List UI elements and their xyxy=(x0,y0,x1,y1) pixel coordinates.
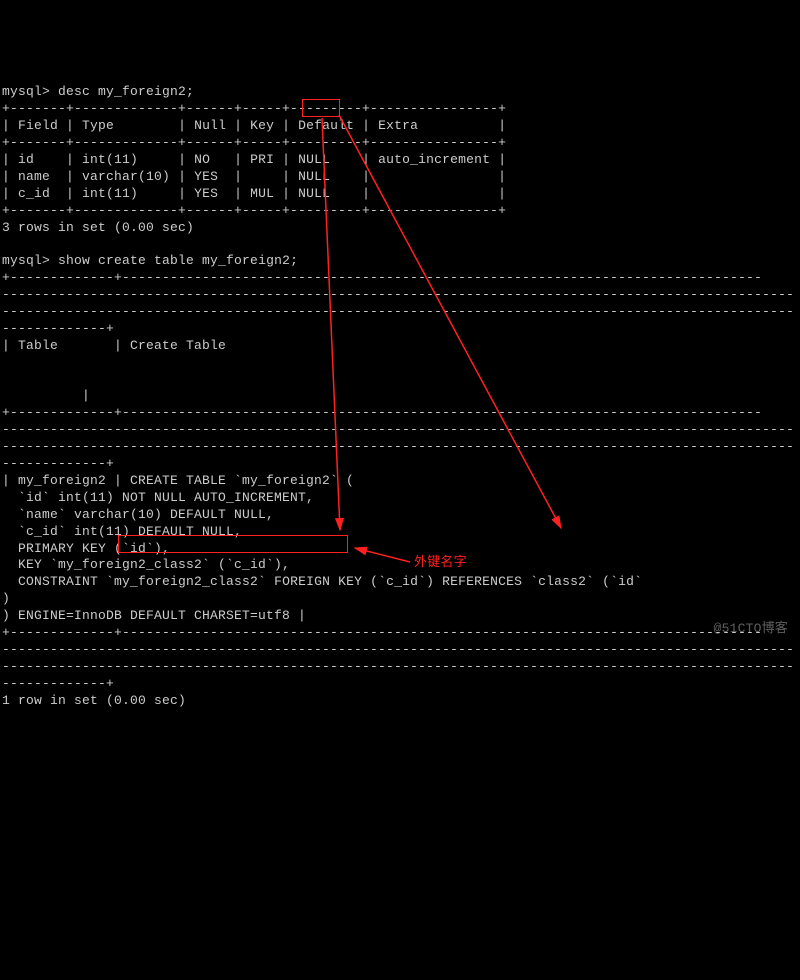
constraint-name: `my_foreign2_class2` xyxy=(106,574,266,589)
cell-null: NO xyxy=(194,152,210,167)
annotation-label: 外键名字 xyxy=(414,555,467,572)
mysql-prompt[interactable]: mysql> xyxy=(2,253,50,268)
result-rows: 3 rows in set (0.00 sec) xyxy=(2,220,194,235)
create-line: | my_foreign2 | CREATE TABLE `my_foreign… xyxy=(2,473,354,488)
cell-null: YES xyxy=(194,186,218,201)
cell-null: YES xyxy=(194,169,218,184)
cell-type: int(11) xyxy=(82,152,138,167)
create-line: FOREIGN KEY (`c_id`) REFERENCES `class2`… xyxy=(266,574,642,589)
mysql-prompt[interactable]: mysql> xyxy=(2,84,50,99)
cell-key-mul: MUL xyxy=(250,186,274,201)
col-default: Default xyxy=(298,118,354,133)
create-line: KEY `my_foreign2_class2` (`c_id`), xyxy=(2,557,290,572)
cell-field: name xyxy=(18,169,50,184)
cell-default: NULL xyxy=(298,152,330,167)
cell-field: c_id xyxy=(18,186,50,201)
command-desc: desc my_foreign2; xyxy=(58,84,194,99)
cell-key: PRI xyxy=(250,152,274,167)
col-key: Key xyxy=(250,118,274,133)
cell-default: NULL xyxy=(298,169,330,184)
create-line: ) ENGINE=InnoDB DEFAULT CHARSET=utf8 | xyxy=(2,608,306,623)
create-line: `c_id` int(11) DEFAULT NULL, xyxy=(2,524,242,539)
result-rows: 1 row in set (0.00 sec) xyxy=(2,693,186,708)
terminal-output: mysql> desc my_foreign2; +-------+------… xyxy=(0,68,800,710)
col-create-table: Create Table xyxy=(130,338,226,353)
col-type: Type xyxy=(82,118,114,133)
cell-default: NULL xyxy=(298,186,330,201)
command-show-create: show create table my_foreign2; xyxy=(58,253,298,268)
cell-field: id xyxy=(18,152,34,167)
create-line: ) xyxy=(2,591,10,606)
col-table: Table xyxy=(18,338,58,353)
col-field: Field xyxy=(18,118,58,133)
cell-type: varchar(10) xyxy=(82,169,170,184)
create-line: CONSTRAINT xyxy=(2,574,106,589)
cell-type: int(11) xyxy=(82,186,138,201)
create-line: PRIMARY KEY (`id`), xyxy=(2,541,170,556)
col-extra: Extra xyxy=(378,118,418,133)
watermark: @51CTO博客 xyxy=(714,621,788,638)
create-line: `name` varchar(10) DEFAULT NULL, xyxy=(2,507,274,522)
cell-extra: auto_increment xyxy=(378,152,490,167)
col-null: Null xyxy=(194,118,226,133)
create-line: `id` int(11) NOT NULL AUTO_INCREMENT, xyxy=(2,490,314,505)
